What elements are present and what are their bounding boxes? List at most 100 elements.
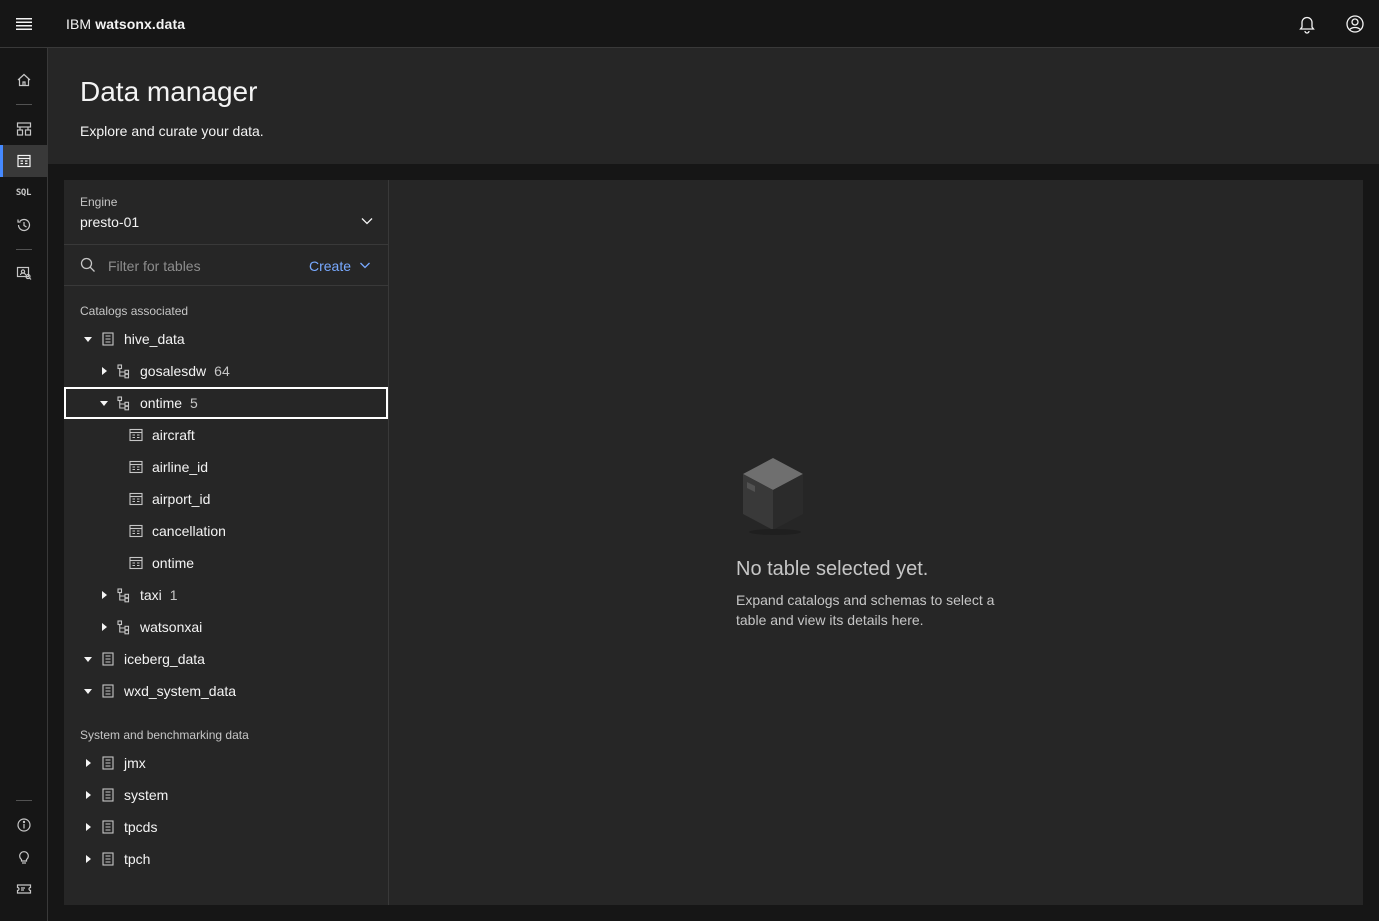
sql-icon[interactable]: SQL (0, 177, 47, 209)
schema-icon (116, 395, 132, 411)
tree-catalog-system[interactable]: system (64, 779, 388, 811)
hamburger-menu-icon[interactable] (0, 0, 48, 48)
schema-name: gosalesdw (140, 363, 207, 379)
caret-down-icon[interactable] (80, 651, 96, 667)
catalog-icon (100, 331, 116, 347)
sql-icon-label: SQL (15, 188, 32, 198)
catalog-icon (100, 787, 116, 803)
table-count: 64 (214, 363, 230, 379)
table-count: 1 (169, 587, 178, 603)
catalog-name: tpcds (124, 819, 158, 835)
page-header: Data manager Explore and curate your dat… (48, 48, 1379, 164)
table-icon (128, 459, 144, 475)
page-title: Data manager (80, 76, 258, 107)
brand-prefix: IBM (66, 15, 92, 32)
filter-tables-input[interactable] (108, 254, 298, 278)
tree-schema-ontime[interactable]: ontime 5 (64, 387, 388, 419)
catalog-icon (100, 755, 116, 771)
table-name: cancellation (152, 523, 226, 539)
tree-catalog-iceberg-data[interactable]: iceberg_data (64, 643, 388, 675)
user-avatar-icon[interactable] (1331, 0, 1379, 48)
caret-right-icon[interactable] (96, 587, 112, 603)
engine-dropdown[interactable]: Engine presto-01 (64, 180, 388, 245)
tree-table-airline-id[interactable]: airline_id (64, 451, 388, 483)
caret-down-icon[interactable] (96, 395, 112, 411)
info-icon[interactable] (0, 809, 47, 841)
caret-right-icon[interactable] (96, 619, 112, 635)
schema-name: ontime (140, 395, 183, 411)
schema-name: watsonxai (140, 619, 203, 635)
caret-right-icon[interactable] (80, 851, 96, 867)
table-icon (128, 491, 144, 507)
page-subtitle: Explore and curate your data. (80, 123, 264, 139)
catalog-icon (100, 683, 116, 699)
header-actions (1283, 0, 1379, 48)
table-name: airline_id (152, 459, 209, 475)
table-icon[interactable] (0, 145, 47, 177)
infrastructure-icon[interactable] (0, 113, 47, 145)
tree-table-ontime[interactable]: ontime (64, 547, 388, 579)
tree-catalog-wxd-system-data[interactable]: wxd_system_data (64, 675, 388, 707)
catalogs-section-label: Catalogs associated (80, 304, 189, 318)
bell-icon[interactable] (1283, 0, 1331, 48)
catalog-icon (100, 851, 116, 867)
table-icon (128, 555, 144, 571)
top-navigation-bar: IBM watsonx.data (0, 0, 1379, 48)
access-control-icon[interactable] (0, 257, 47, 289)
catalog-name: system (124, 787, 169, 803)
tree-schema-watsonxai[interactable]: watsonxai (64, 611, 388, 643)
tree-table-airport-id[interactable]: airport_id (64, 483, 388, 515)
product-name[interactable]: IBM watsonx.data (66, 16, 185, 32)
tree-catalog-hive-data[interactable]: hive_data (64, 323, 388, 355)
caret-right-icon[interactable] (80, 787, 96, 803)
create-button-label: Create (309, 258, 352, 274)
rail-divider (16, 249, 32, 250)
catalog-tree-panel: Engine presto-01 Create Catalogs associa… (64, 180, 389, 905)
create-button[interactable]: Create (309, 254, 371, 278)
catalog-name: wxd_system_data (124, 683, 237, 699)
catalog-icon (100, 651, 116, 667)
tree-catalog-jmx[interactable]: jmx (64, 747, 388, 779)
caret-right-icon[interactable] (80, 755, 96, 771)
catalog-name: tpch (124, 851, 151, 867)
brand-name: watsonx.data (95, 15, 186, 32)
table-icon (128, 523, 144, 539)
history-icon[interactable] (0, 209, 47, 241)
schema-icon (116, 619, 132, 635)
caret-right-icon[interactable] (96, 363, 112, 379)
tree-table-cancellation[interactable]: cancellation (64, 515, 388, 547)
side-navigation-rail: SQL (0, 48, 48, 921)
table-name: airport_id (152, 491, 211, 507)
engine-value: presto-01 (80, 214, 140, 230)
lightbulb-icon[interactable] (0, 841, 47, 873)
caret-down-icon[interactable] (80, 683, 96, 699)
ticket-icon[interactable] (0, 873, 47, 905)
rail-divider (16, 800, 32, 801)
schema-icon (116, 363, 132, 379)
filter-bar: Create (64, 245, 388, 286)
table-icon (128, 427, 144, 443)
table-count: 5 (190, 395, 198, 411)
catalog-name: iceberg_data (124, 651, 205, 667)
tree-schema-gosalesdw[interactable]: gosalesdw 64 (64, 355, 388, 387)
table-name: aircraft (152, 427, 195, 443)
engine-label: Engine (80, 195, 118, 209)
schema-icon (116, 587, 132, 603)
search-icon (80, 257, 96, 278)
home-icon[interactable] (0, 64, 47, 96)
tree-catalog-tpch[interactable]: tpch (64, 843, 388, 875)
catalog-name: jmx (124, 755, 146, 771)
empty-state-title: No table selected yet. (736, 558, 929, 580)
tree-catalog-tpcds[interactable]: tpcds (64, 811, 388, 843)
table-name: ontime (152, 555, 195, 571)
caret-down-icon[interactable] (80, 331, 96, 347)
caret-right-icon[interactable] (80, 819, 96, 835)
catalog-name: hive_data (124, 331, 185, 347)
tree-table-aircraft[interactable]: aircraft (64, 419, 388, 451)
tree-schema-taxi[interactable]: taxi 1 (64, 579, 388, 611)
schema-name: taxi (140, 587, 162, 603)
rail-divider (16, 104, 32, 105)
catalog-icon (100, 819, 116, 835)
box-icon (741, 456, 805, 541)
chevron-down-icon (360, 214, 374, 233)
